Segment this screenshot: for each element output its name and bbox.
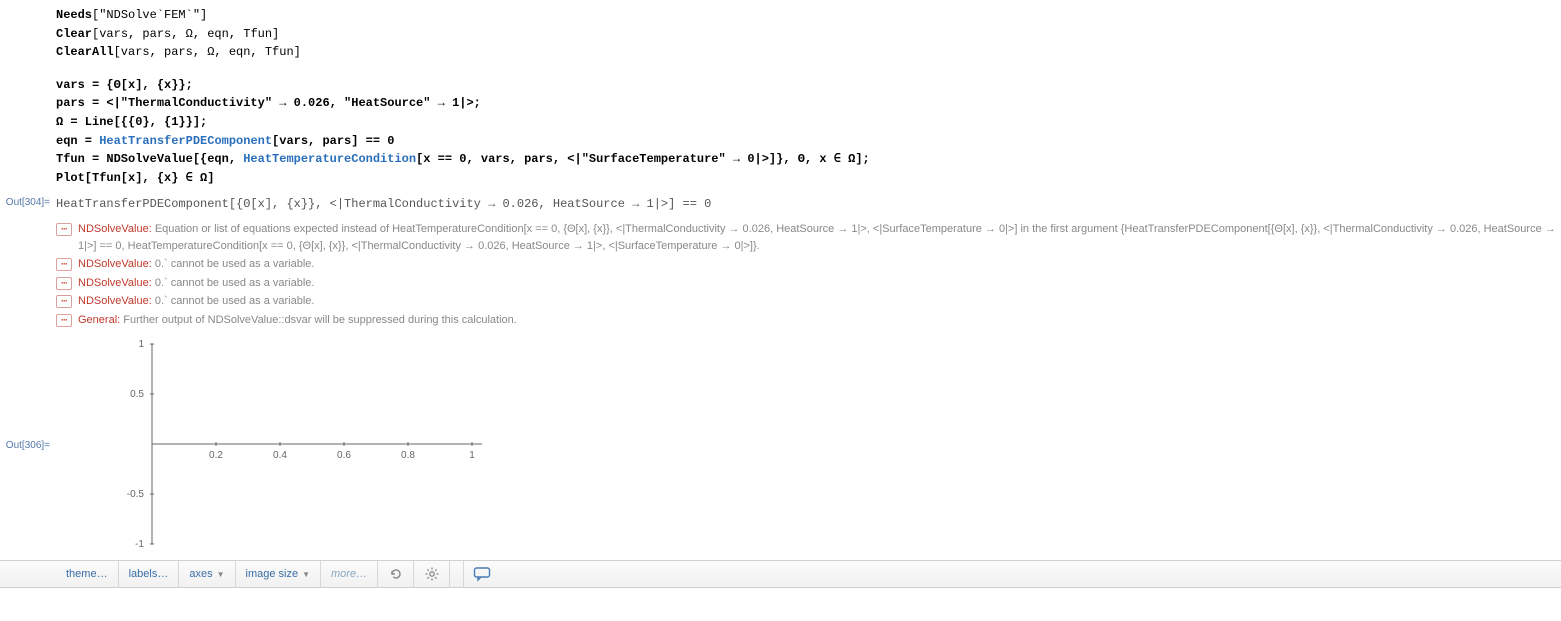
message-tag: NDSolveValue: — [78, 277, 152, 289]
labels-button[interactable]: labels… — [119, 561, 180, 587]
code-token: [x == 0, vars, pars, <|"SurfaceTemperatu… — [416, 152, 870, 166]
message-text: 0.` cannot be used as a variable. — [152, 258, 315, 270]
revert-icon — [388, 566, 404, 582]
code-token: Ω = Line[{{0}, {1}}]; — [56, 115, 207, 129]
more-label: more… — [331, 568, 367, 580]
xtick-label: 0.8 — [401, 450, 415, 461]
input-cell[interactable]: Needs["NDSolve`FEM`"] Clear[vars, pars, … — [0, 6, 1561, 187]
ytick-label: -0.5 — [127, 489, 145, 500]
imagesize-label: image size — [246, 568, 299, 580]
code-token: ClearAll — [56, 45, 114, 59]
message-row: ··· NDSolveValue: Equation or list of eq… — [56, 221, 1561, 254]
message-tag: NDSolveValue: — [78, 223, 152, 235]
message-tag: General: — [78, 314, 120, 326]
message-opener-icon[interactable]: ··· — [56, 223, 72, 236]
output-cell-304: Out[304]= HeatTransferPDEComponent[{Θ[x]… — [0, 195, 1561, 213]
output-label-304: Out[304]= — [0, 195, 56, 208]
code-token: Plot[Tfun[x], {x} ∈ Ω] — [56, 171, 214, 185]
code-token: HeatTransferPDEComponent — [99, 134, 272, 148]
code-token: HeatTemperatureCondition — [243, 152, 416, 166]
code-token: eqn = — [56, 134, 99, 148]
gear-icon — [424, 566, 440, 582]
message-tag: NDSolveValue: — [78, 295, 152, 307]
xtick-label: 0.2 — [209, 450, 223, 461]
chat-icon — [473, 566, 491, 582]
code-token: Tfun = NDSolveValue[{eqn, — [56, 152, 243, 166]
chevron-down-icon: ▼ — [217, 570, 225, 579]
code-token: ["NDSolve`FEM`"] — [92, 8, 207, 22]
gear-icon-button[interactable] — [414, 561, 450, 587]
chevron-down-icon: ▼ — [302, 570, 310, 579]
axes-button[interactable]: axes ▼ — [179, 561, 235, 587]
output-expr-304: HeatTransferPDEComponent[{Θ[x], {x}}, <|… — [56, 195, 1553, 213]
message-opener-icon[interactable]: ··· — [56, 277, 72, 290]
plot-graphic[interactable]: 0.2 0.4 0.6 0.8 1 -1 — [112, 334, 492, 554]
message-text: Equation or list of equations expected i… — [78, 223, 1556, 252]
message-row: ··· NDSolveValue: 0.` cannot be used as … — [56, 256, 1561, 273]
code-token: [vars, pars, Ω, eqn, Tfun] — [92, 27, 279, 41]
message-opener-icon[interactable]: ··· — [56, 314, 72, 327]
message-opener-icon[interactable]: ··· — [56, 295, 72, 308]
ytick-label: 0.5 — [130, 389, 144, 400]
message-row: ··· General: Further output of NDSolveVa… — [56, 312, 1561, 329]
ytick-label: -1 — [135, 539, 144, 550]
code-token: Clear — [56, 27, 92, 41]
code-token: [vars, pars, Ω, eqn, Tfun] — [114, 45, 301, 59]
x-ticks: 0.2 0.4 0.6 0.8 1 — [209, 442, 475, 461]
notebook-area: Needs["NDSolve`FEM`"] Clear[vars, pars, … — [0, 0, 1561, 588]
labels-label: labels… — [129, 568, 169, 580]
message-row: ··· NDSolveValue: 0.` cannot be used as … — [56, 293, 1561, 310]
image-size-button[interactable]: image size▼ — [236, 561, 322, 587]
code-token: vars = {Θ[x], {x}}; — [56, 78, 193, 92]
message-text: Further output of NDSolveValue::dsvar wi… — [120, 314, 517, 326]
code-token: [vars, pars] == 0 — [272, 134, 394, 148]
output-label-306: Out[306]= — [0, 438, 56, 451]
revert-icon-button[interactable] — [378, 561, 414, 587]
xtick-label: 1 — [469, 450, 475, 461]
input-label — [0, 6, 56, 8]
code-token: Needs — [56, 8, 92, 22]
code-token: pars = <|"ThermalConductivity" → 0.026, … — [56, 96, 481, 110]
chat-icon-button[interactable] — [464, 561, 500, 587]
ytick-label: 1 — [138, 339, 144, 350]
xtick-label: 0.6 — [337, 450, 351, 461]
xtick-label: 0.4 — [273, 450, 287, 461]
output-cell-306: Out[306]= 0.2 0.4 0.6 0. — [0, 334, 1561, 554]
message-row: ··· NDSolveValue: 0.` cannot be used as … — [56, 275, 1561, 292]
more-button[interactable]: more… — [321, 561, 378, 587]
theme-button[interactable]: theme… — [56, 561, 119, 587]
message-opener-icon[interactable]: ··· — [56, 258, 72, 271]
message-text: 0.` cannot be used as a variable. — [152, 295, 315, 307]
message-tag: NDSolveValue: — [78, 258, 152, 270]
y-ticks: -1 -0.5 0.5 1 — [127, 339, 154, 550]
theme-label: theme… — [66, 568, 108, 580]
message-text: 0.` cannot be used as a variable. — [152, 277, 315, 289]
axes-label: axes — [189, 568, 212, 580]
suggestions-bar: theme… labels… axes▼ image size▼ more… — [0, 560, 1561, 588]
